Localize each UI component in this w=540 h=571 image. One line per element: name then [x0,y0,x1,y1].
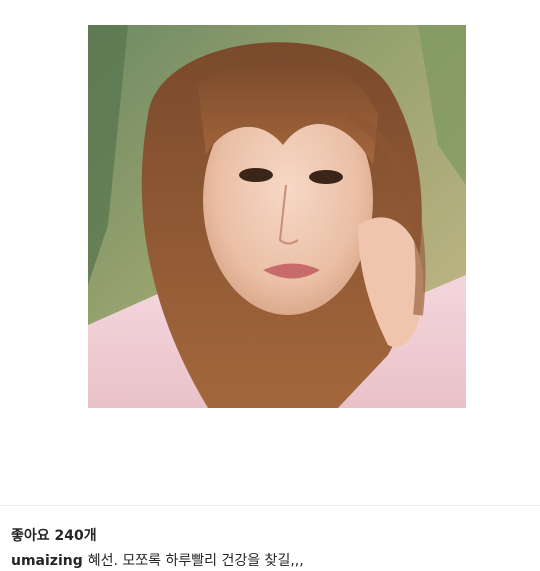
like-count[interactable]: 좋아요 240개 [11,525,97,545]
portrait-photo-image [88,25,466,408]
caption-username[interactable]: umaizing [11,553,83,569]
section-divider [0,505,540,506]
caption-text: 혜선. 모쪼록 하루빨리 건강을 찾길,,, [87,553,304,569]
post-caption: umaizing 혜선. 모쪼록 하루빨리 건강을 찾길,,, [11,550,304,570]
post-photo[interactable] [88,25,466,408]
instagram-post: 좋아요 240개 umaizing 혜선. 모쪼록 하루빨리 건강을 찾길,,, [0,0,540,571]
